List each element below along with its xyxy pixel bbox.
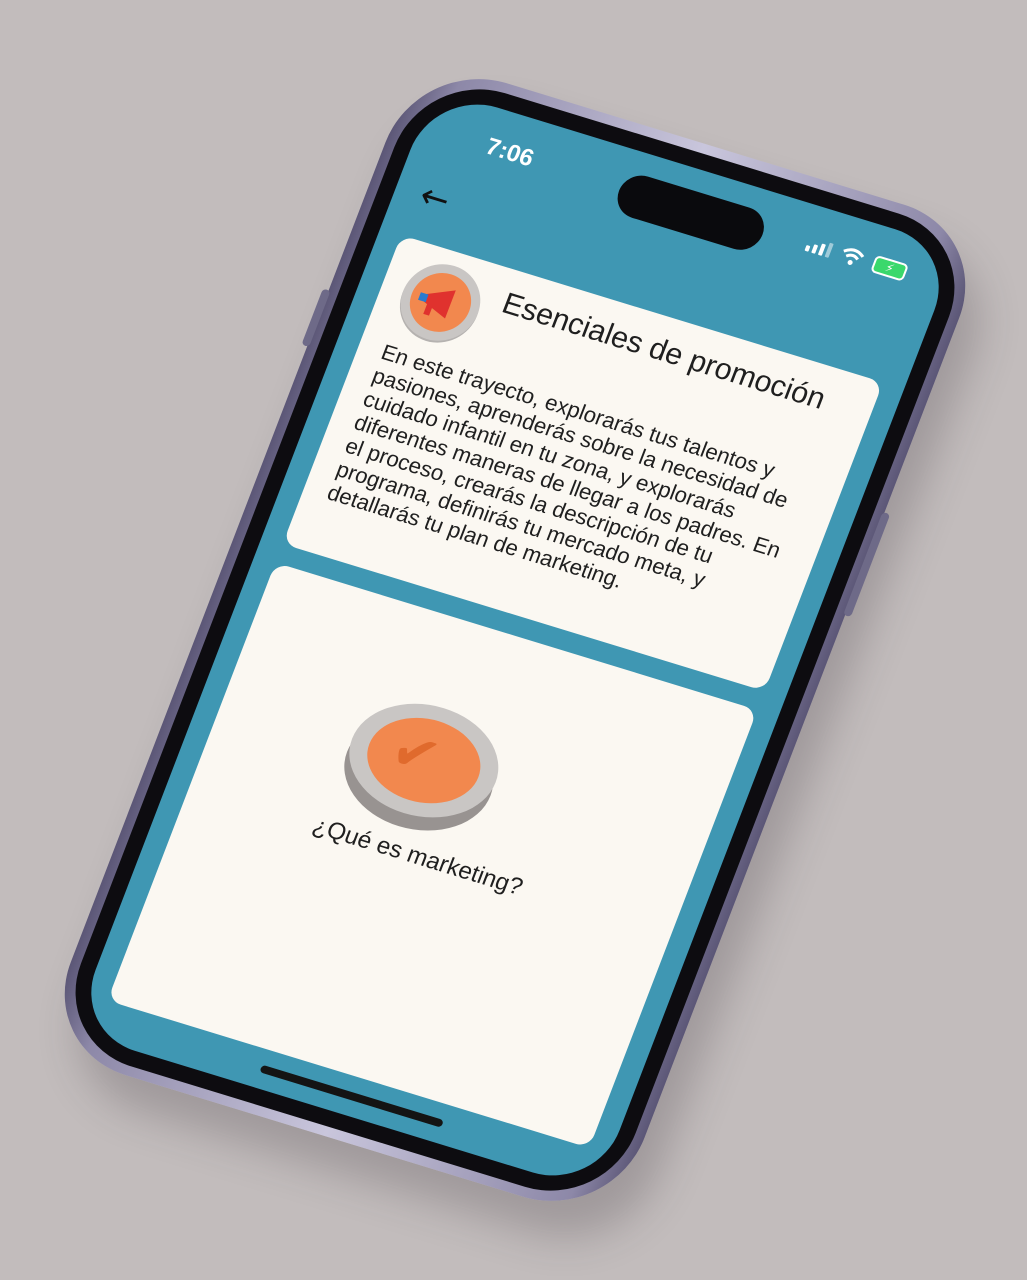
megaphone-badge bbox=[389, 254, 492, 351]
background: 7:06 ⚡ ← Esenciales de promoción En este… bbox=[0, 0, 1027, 1280]
dynamic-island bbox=[611, 170, 771, 256]
battery-charging-icon: ⚡ bbox=[870, 254, 910, 282]
signal-icon bbox=[804, 236, 834, 258]
status-icons: ⚡ bbox=[804, 235, 910, 282]
status-time: 7:06 bbox=[481, 133, 538, 173]
lesson-item[interactable]: ✔ ¿Qué es marketing? bbox=[309, 685, 527, 901]
phone-mockup: 7:06 ⚡ ← Esenciales de promoción En este… bbox=[37, 56, 993, 1224]
megaphone-icon bbox=[401, 265, 480, 340]
back-arrow-icon[interactable]: ← bbox=[414, 175, 459, 221]
wifi-icon bbox=[843, 248, 865, 265]
